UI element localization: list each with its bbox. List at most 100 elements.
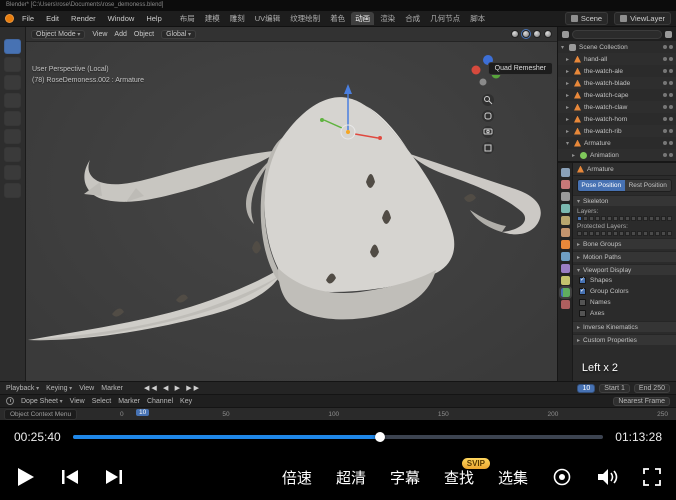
render-visibility-icon[interactable] bbox=[669, 57, 673, 61]
dopesheet-editor-select[interactable]: Dope Sheet bbox=[21, 398, 63, 405]
render-visibility-icon[interactable] bbox=[669, 81, 673, 85]
video-frame[interactable]: Blender* [C:\Users\rose\Documents\rose_d… bbox=[0, 0, 676, 420]
quad-remesher-panel[interactable]: Quad Remesher bbox=[488, 62, 553, 75]
operator-panel[interactable]: Object Context Menu bbox=[4, 409, 77, 420]
tool-select-box[interactable] bbox=[4, 39, 21, 54]
hide-icon[interactable] bbox=[663, 57, 667, 61]
menu-edit[interactable]: Edit bbox=[42, 14, 63, 23]
section-skeleton[interactable]: Skeleton bbox=[573, 195, 676, 206]
next-episode-button[interactable] bbox=[104, 469, 124, 485]
shading-rendered-icon[interactable] bbox=[544, 30, 552, 38]
layer-cell[interactable] bbox=[619, 216, 624, 221]
layer-cell[interactable] bbox=[631, 216, 636, 221]
workspace-tab-uv[interactable]: UV编辑 bbox=[251, 12, 284, 25]
menu-file[interactable]: File bbox=[18, 14, 38, 23]
dopesheet-menu-channel[interactable]: Channel bbox=[147, 398, 173, 405]
dopesheet-menu-view[interactable]: View bbox=[70, 398, 85, 405]
progress-bar[interactable] bbox=[73, 435, 604, 439]
section-custom-properties[interactable]: Custom Properties bbox=[573, 334, 676, 345]
viewport-3d[interactable]: Object Mode View Add Object Global bbox=[26, 27, 557, 381]
outliner-options-icon[interactable] bbox=[665, 31, 672, 38]
render-visibility-icon[interactable] bbox=[669, 45, 673, 49]
quality-button[interactable]: 超清 bbox=[336, 467, 366, 488]
workspace-tab-texture[interactable]: 纹理绘制 bbox=[286, 12, 324, 25]
names-checkbox-row[interactable]: Names bbox=[573, 297, 676, 308]
outliner-row[interactable]: ▸the-watch-claw bbox=[558, 101, 676, 113]
timeline-menu-marker[interactable]: Marker bbox=[101, 385, 123, 392]
workspace-tab-sculpt[interactable]: 雕刻 bbox=[226, 12, 249, 25]
find-button[interactable]: 查找 bbox=[444, 470, 474, 487]
layer-cell[interactable] bbox=[643, 216, 648, 221]
shading-wireframe-icon[interactable] bbox=[511, 30, 519, 38]
properties-tab-output[interactable] bbox=[561, 192, 570, 201]
play-button[interactable] bbox=[14, 466, 36, 488]
checkbox-icon[interactable] bbox=[579, 310, 586, 317]
properties-tab-object[interactable] bbox=[561, 240, 570, 249]
layer-cell[interactable] bbox=[601, 231, 606, 236]
checkbox-icon[interactable] bbox=[579, 277, 586, 284]
outliner-search-input[interactable] bbox=[572, 30, 662, 39]
render-visibility-icon[interactable] bbox=[669, 141, 673, 145]
outliner-row[interactable]: ▾Scene Collection bbox=[558, 41, 676, 53]
workspace-tab-modeling[interactable]: 建模 bbox=[201, 12, 224, 25]
hide-icon[interactable] bbox=[663, 93, 667, 97]
menu-window[interactable]: Window bbox=[104, 14, 139, 23]
workspace-tab-compositing[interactable]: 合成 bbox=[401, 12, 424, 25]
layer-cell[interactable] bbox=[577, 216, 582, 221]
checkbox-icon[interactable] bbox=[579, 299, 586, 306]
hide-icon[interactable] bbox=[663, 129, 667, 133]
layer-cell[interactable] bbox=[637, 231, 642, 236]
tool-transform[interactable] bbox=[4, 129, 21, 144]
viewlayer-selector[interactable]: ViewLayer bbox=[614, 12, 671, 25]
properties-tab-viewlayer[interactable] bbox=[561, 204, 570, 213]
section-motion-paths[interactable]: Motion Paths bbox=[573, 251, 676, 262]
section-inverse-kinematics[interactable]: Inverse Kinematics bbox=[573, 321, 676, 332]
render-visibility-icon[interactable] bbox=[669, 117, 673, 121]
properties-tab-modifiers[interactable] bbox=[561, 252, 570, 261]
armature-layers-grid[interactable] bbox=[573, 216, 676, 221]
properties-tab-world[interactable] bbox=[561, 228, 570, 237]
workspace-tab-rendering[interactable]: 渲染 bbox=[376, 12, 399, 25]
workspace-tab-shading[interactable]: 着色 bbox=[326, 12, 349, 25]
shading-material-icon[interactable] bbox=[533, 30, 541, 38]
layer-cell[interactable] bbox=[625, 231, 630, 236]
timeline-menu-view[interactable]: View bbox=[79, 385, 94, 392]
properties-tab-tool[interactable] bbox=[561, 168, 570, 177]
section-bone-groups[interactable]: Bone Groups bbox=[573, 238, 676, 249]
timeline-menu-keying[interactable]: Keying bbox=[46, 385, 72, 392]
render-visibility-icon[interactable] bbox=[669, 129, 673, 133]
tool-annotate[interactable] bbox=[4, 147, 21, 162]
outliner-row[interactable]: ▸the-watch-cape bbox=[558, 89, 676, 101]
scene-selector[interactable]: Scene bbox=[565, 12, 608, 25]
tool-cursor[interactable] bbox=[4, 57, 21, 72]
hide-icon[interactable] bbox=[663, 105, 667, 109]
dopesheet-menu-key[interactable]: Key bbox=[180, 398, 192, 405]
hide-icon[interactable] bbox=[663, 141, 667, 145]
rest-position-button[interactable]: Rest Position bbox=[625, 180, 672, 191]
timeline-menu-playback[interactable]: Playback bbox=[6, 385, 39, 392]
playback-transport-controls[interactable]: ◀◀ ◀ ▶ ▶▶ bbox=[144, 384, 201, 392]
vp-menu-add[interactable]: Add bbox=[114, 31, 126, 38]
outliner-row[interactable]: ▸Animation bbox=[558, 149, 676, 161]
layer-cell[interactable] bbox=[625, 216, 630, 221]
mode-select[interactable]: Object Mode bbox=[31, 30, 85, 39]
tool-measure[interactable] bbox=[4, 165, 21, 180]
hide-icon[interactable] bbox=[663, 45, 667, 49]
progress-knob[interactable] bbox=[375, 432, 385, 442]
tool-move[interactable] bbox=[4, 75, 21, 90]
episodes-button[interactable]: 选集 bbox=[498, 467, 528, 488]
render-visibility-icon[interactable] bbox=[669, 105, 673, 109]
outliner-filter-icon[interactable] bbox=[562, 31, 569, 38]
hide-icon[interactable] bbox=[663, 117, 667, 121]
group-colors-checkbox-row[interactable]: Group Colors bbox=[573, 286, 676, 297]
layer-cell[interactable] bbox=[583, 231, 588, 236]
layer-cell[interactable] bbox=[655, 216, 660, 221]
pose-position-button[interactable]: Pose Position bbox=[578, 180, 625, 191]
layer-cell[interactable] bbox=[601, 216, 606, 221]
tool-scale[interactable] bbox=[4, 111, 21, 126]
layer-cell[interactable] bbox=[613, 216, 618, 221]
render-visibility-icon[interactable] bbox=[669, 93, 673, 97]
render-visibility-icon[interactable] bbox=[669, 153, 673, 157]
properties-tab-constraints[interactable] bbox=[561, 276, 570, 285]
tool-rotate[interactable] bbox=[4, 93, 21, 108]
